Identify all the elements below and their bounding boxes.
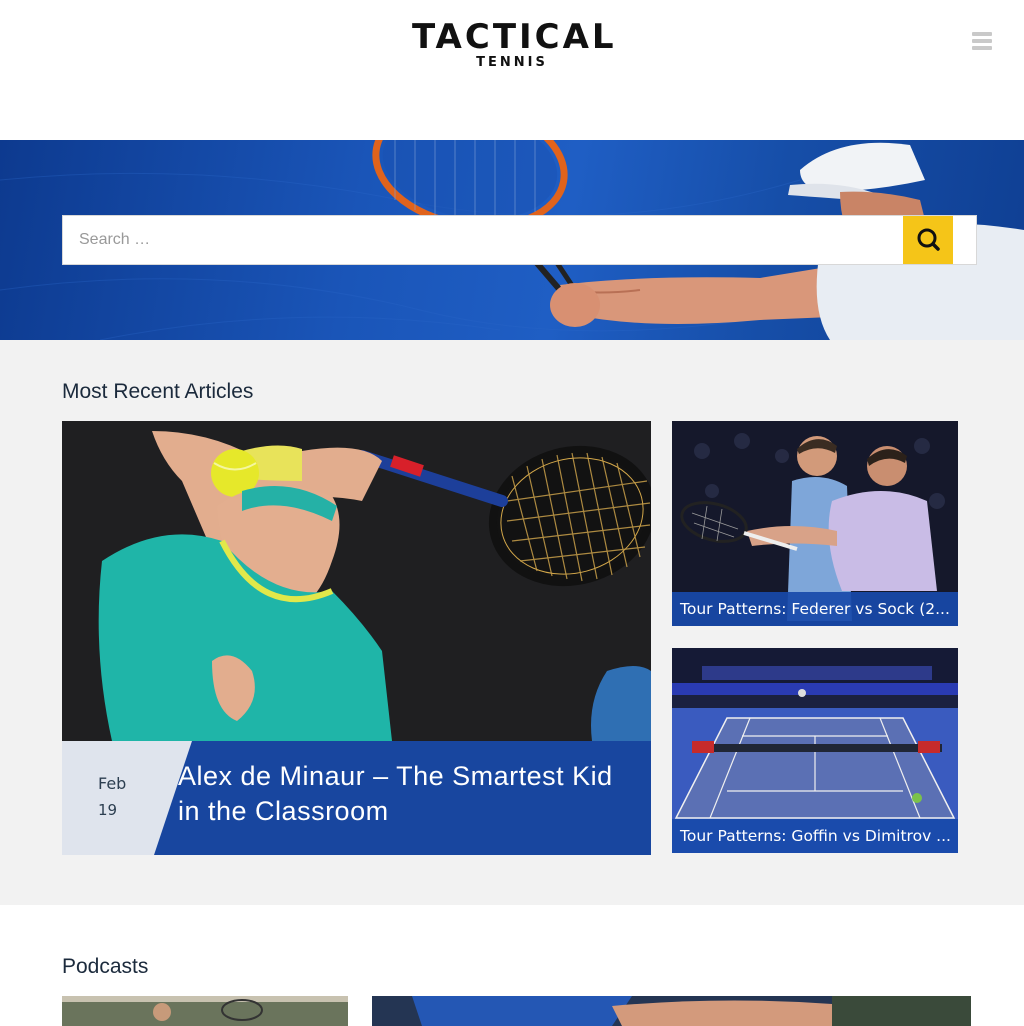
search-input[interactable] xyxy=(63,216,903,264)
search-icon xyxy=(917,228,940,251)
featured-article-caption: Feb 19 Alex de Minaur – The Smartest Kid… xyxy=(62,741,651,855)
search-button[interactable] xyxy=(903,216,953,264)
article-card-title[interactable]: Tour Patterns: Goffin vs Dimitrov ... xyxy=(672,819,958,853)
hero-banner xyxy=(0,140,1024,340)
article-card-title[interactable]: Tour Patterns: Federer vs Sock (2... xyxy=(672,592,958,626)
podcast-card-image xyxy=(62,996,348,1026)
podcast-card[interactable] xyxy=(62,996,348,1026)
article-card[interactable]: Tour Patterns: Goffin vs Dimitrov ... xyxy=(672,648,958,853)
date-day: 19 xyxy=(98,801,118,819)
podcast-card[interactable] xyxy=(372,996,971,1026)
podcast-card-image xyxy=(372,996,971,1026)
featured-article[interactable]: Feb 19 Alex de Minaur – The Smartest Kid… xyxy=(62,421,651,855)
date-month: Feb xyxy=(98,774,127,793)
article-card[interactable]: Tour Patterns: Federer vs Sock (2... xyxy=(672,421,958,626)
site-logo[interactable]: TACTICAL TENNIS xyxy=(412,17,617,74)
featured-article-title[interactable]: Alex de Minaur – The Smartest Kid in the… xyxy=(178,759,638,829)
search-form xyxy=(62,215,977,265)
recent-articles-section: Most Recent Articles Feb 19 Alex de Mina… xyxy=(0,340,1024,905)
date-badge: Feb 19 xyxy=(62,741,192,855)
hamburger-menu-icon[interactable] xyxy=(972,32,992,50)
site-header: TACTICAL TENNIS xyxy=(0,0,1024,140)
logo-main-text: TACTICAL xyxy=(412,17,617,57)
podcasts-section: Podcasts xyxy=(0,905,1024,1026)
section-title-podcasts: Podcasts xyxy=(62,955,149,978)
logo-sub-text: TENNIS xyxy=(476,55,548,70)
section-title-recent: Most Recent Articles xyxy=(62,380,254,403)
